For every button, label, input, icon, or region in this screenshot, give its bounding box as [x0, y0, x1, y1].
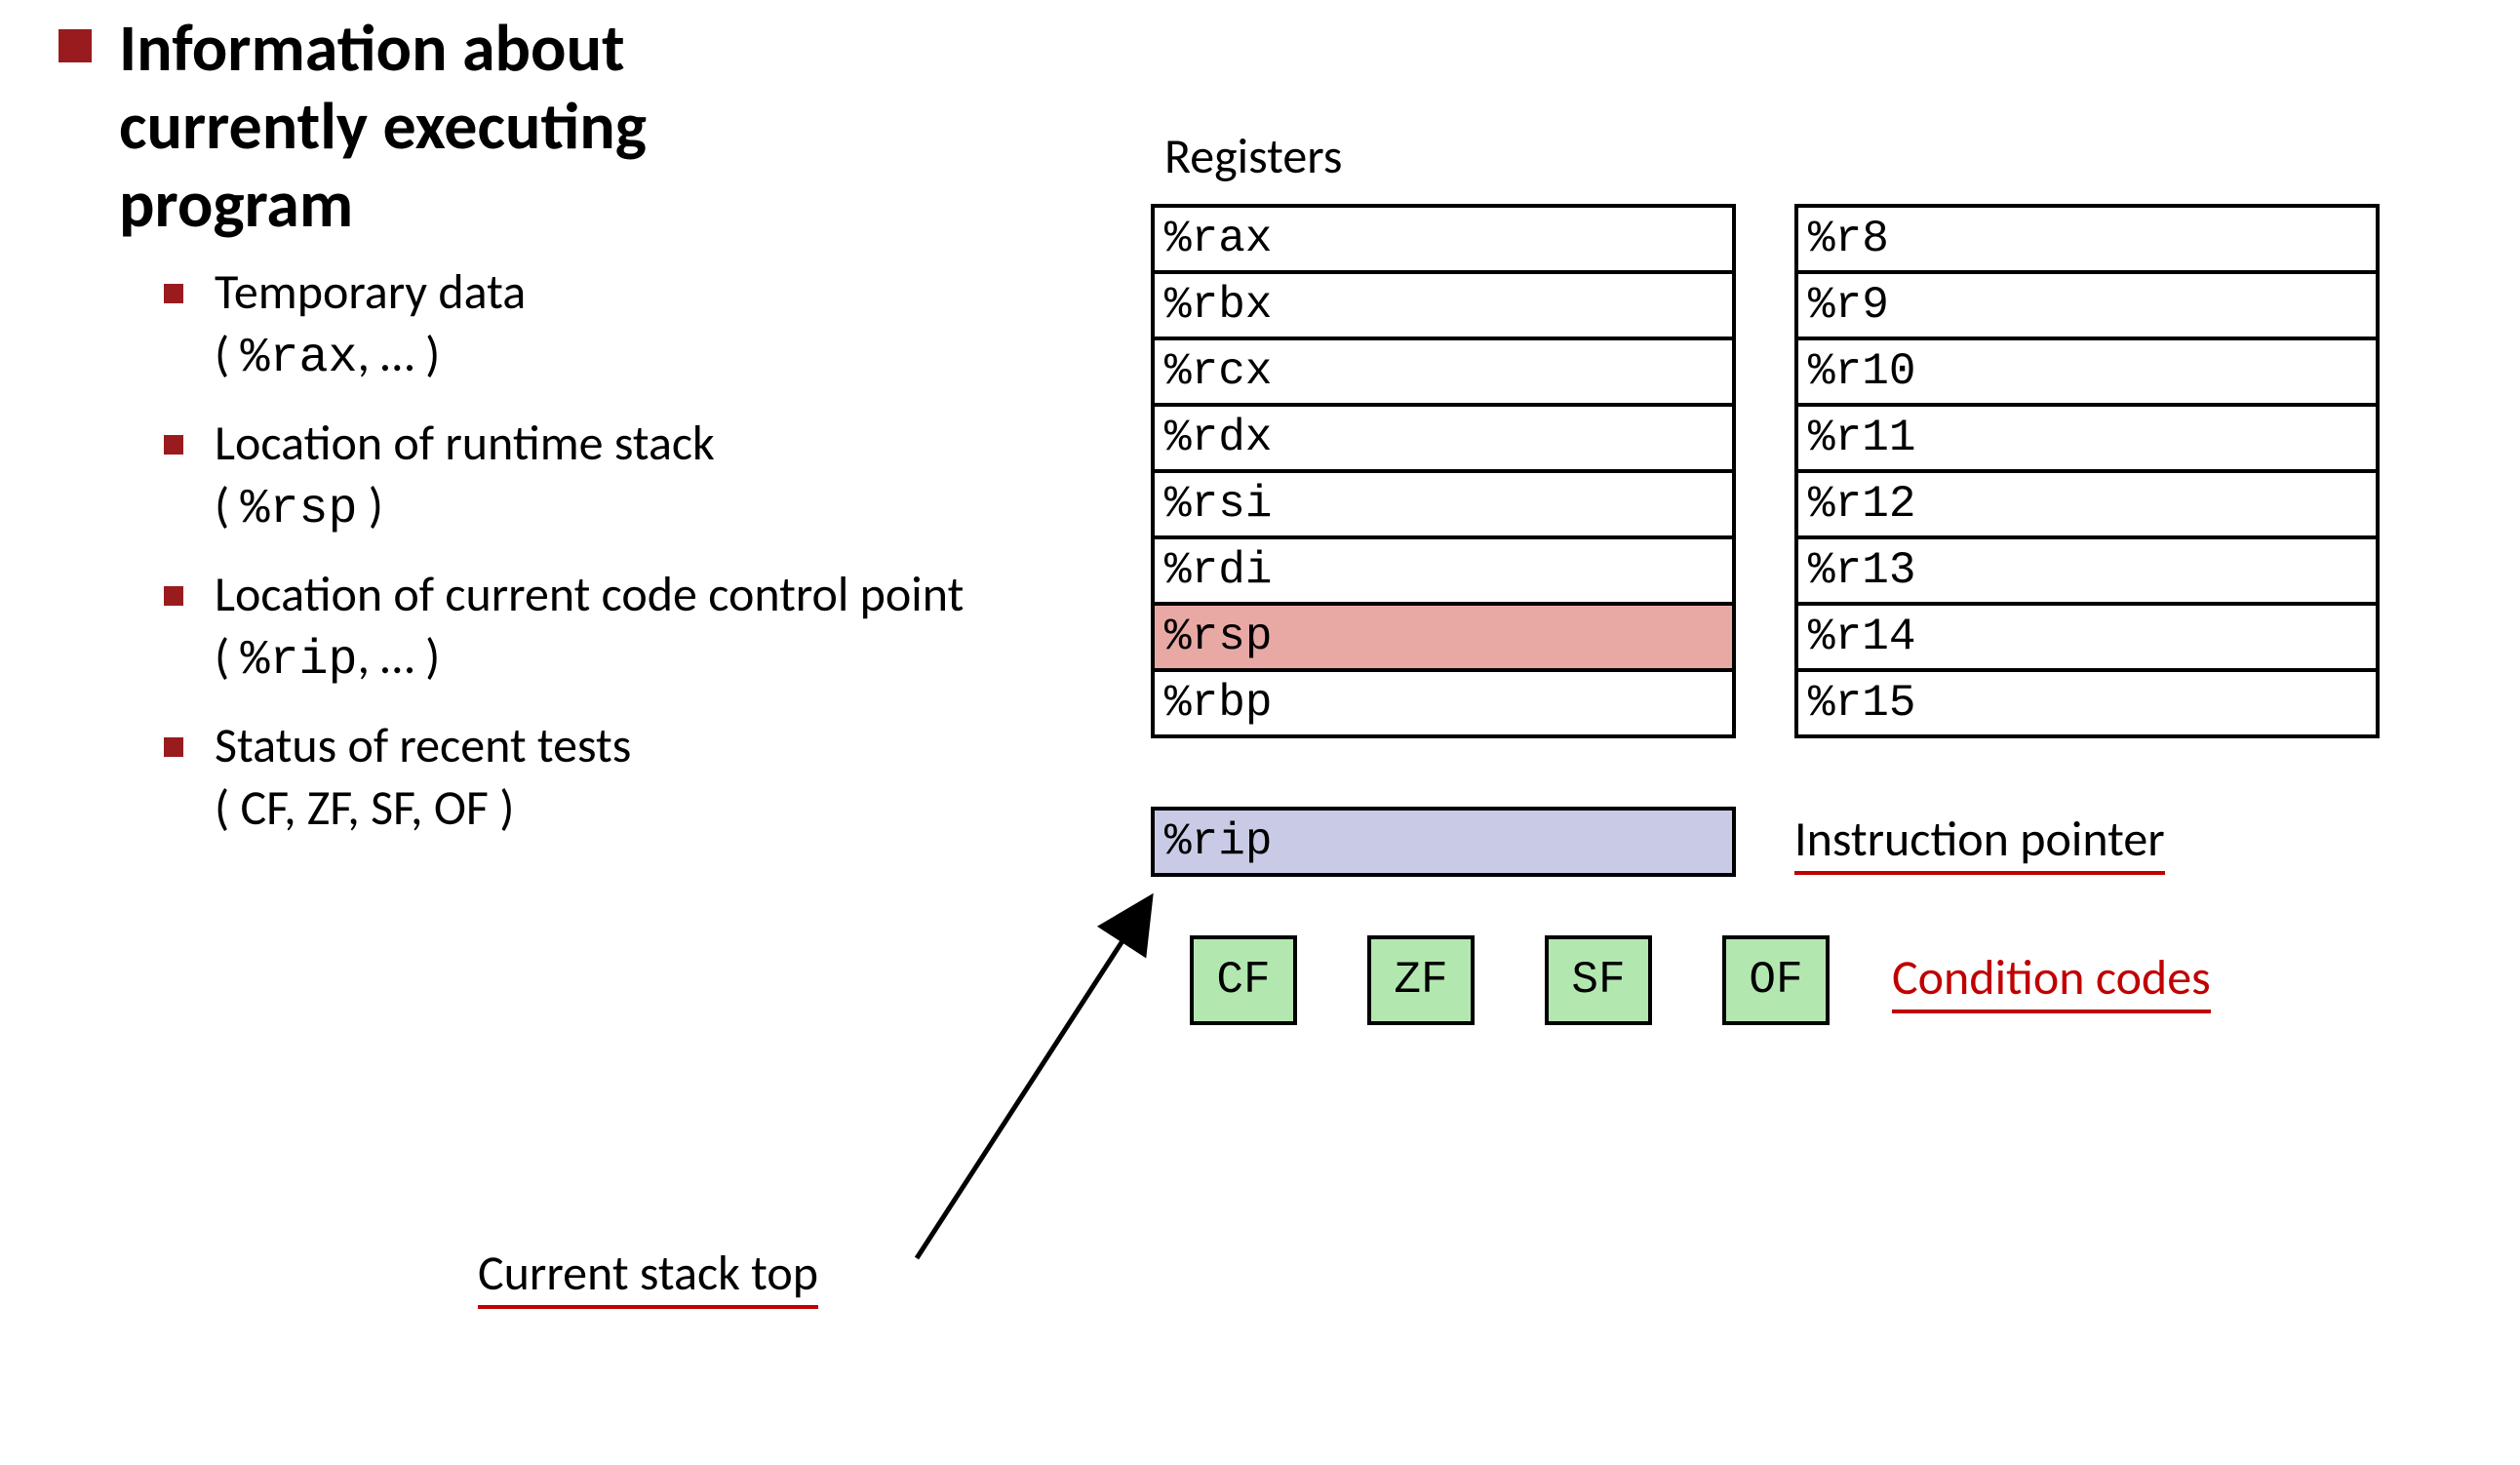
reg-r8: %r8 — [1794, 204, 2380, 274]
detail-suffix: , … ) — [358, 627, 441, 687]
flag-of: OF — [1722, 935, 1830, 1025]
sub-item-runtime-stack: Location of runtime stack ( %rsp ) — [164, 414, 1112, 539]
title-line-1: Information about — [119, 8, 625, 89]
reg-rcx: %rcx — [1151, 337, 1736, 407]
reg-rbp: %rbp — [1151, 668, 1736, 738]
detail-suffix: , … ) — [358, 325, 441, 384]
detail-prefix: ( — [215, 325, 240, 384]
sub-label: Location of current code control point — [215, 565, 964, 624]
reg-r15: %r15 — [1794, 668, 2380, 738]
sub-item-control-point: Location of current code control point (… — [164, 565, 1112, 691]
detail-mono: %rsp — [240, 482, 357, 537]
detail-prefix: ( — [215, 627, 240, 687]
register-columns: %rax %rbx %rcx %rdx %rsi %rdi %rsp %rbp … — [1151, 204, 2458, 738]
arrow-stack-top-icon — [887, 868, 1180, 1278]
reg-rbx: %rbx — [1151, 270, 1736, 340]
detail-prefix: ( CF, ZF, SF, OF ) — [215, 778, 514, 838]
sub-detail: ( %rip, … ) — [215, 628, 1112, 691]
bullet-square-icon — [59, 29, 92, 62]
reg-rdx: %rdx — [1151, 403, 1736, 473]
reg-r9: %r9 — [1794, 270, 2380, 340]
sub-item-temp-data: Temporary data ( %rax, … ) — [164, 262, 1112, 388]
sub-detail: ( CF, ZF, SF, OF ) — [215, 779, 1112, 838]
register-col-1: %rax %rbx %rcx %rdx %rsi %rdi %rsp %rbp — [1151, 204, 1736, 738]
title-line-2: currently executing — [119, 86, 647, 167]
sub-list: Temporary data ( %rax, … ) Location of r… — [164, 262, 1112, 838]
left-column: Information about currently executing pr… — [59, 10, 1112, 863]
detail-mono: %rip — [240, 633, 357, 689]
reg-r11: %r11 — [1794, 403, 2380, 473]
flag-zf: ZF — [1367, 935, 1475, 1025]
main-title: Information about currently executing pr… — [119, 10, 647, 245]
flags-row: CF ZF SF OF Condition codes — [1151, 935, 2458, 1025]
reg-r10: %r10 — [1794, 337, 2380, 407]
detail-mono: %rax — [240, 331, 357, 386]
sub-detail: ( %rax, … ) — [215, 326, 1112, 388]
condition-codes-label: Condition codes — [1892, 948, 2211, 1013]
reg-rsp: %rsp — [1151, 602, 1736, 672]
reg-rip: %rip — [1151, 807, 1736, 877]
reg-r13: %r13 — [1794, 535, 2380, 606]
slide: Information about currently executing pr… — [0, 0, 2520, 1465]
reg-rax: %rax — [1151, 204, 1736, 274]
right-column: Registers %rax %rbx %rcx %rdx %rsi %rdi … — [1151, 127, 2458, 1025]
sub-item-status-flags: Status of recent tests ( CF, ZF, SF, OF … — [164, 716, 1112, 838]
flag-sf: SF — [1545, 935, 1652, 1025]
detail-prefix: ( — [215, 476, 240, 535]
registers-heading: Registers — [1164, 127, 2458, 186]
reg-rdi: %rdi — [1151, 535, 1736, 606]
sub-detail: ( %rsp ) — [215, 477, 1112, 539]
rip-row: %rip Instruction pointer — [1151, 807, 2458, 877]
instruction-pointer-label: Instruction pointer — [1794, 810, 2165, 875]
register-col-2: %r8 %r9 %r10 %r11 %r12 %r13 %r14 %r15 — [1794, 204, 2380, 738]
flag-cf: CF — [1190, 935, 1297, 1025]
sub-label: Location of runtime stack — [215, 414, 715, 473]
reg-r14: %r14 — [1794, 602, 2380, 672]
main-bullet: Information about currently executing pr… — [59, 10, 1112, 245]
sub-label: Temporary data — [215, 262, 526, 322]
current-stack-top-label: Current stack top — [478, 1244, 818, 1309]
sub-label: Status of recent tests — [215, 716, 631, 775]
reg-rsi: %rsi — [1151, 469, 1736, 539]
detail-suffix: ) — [358, 476, 383, 535]
title-line-3: program — [119, 164, 353, 245]
reg-r12: %r12 — [1794, 469, 2380, 539]
